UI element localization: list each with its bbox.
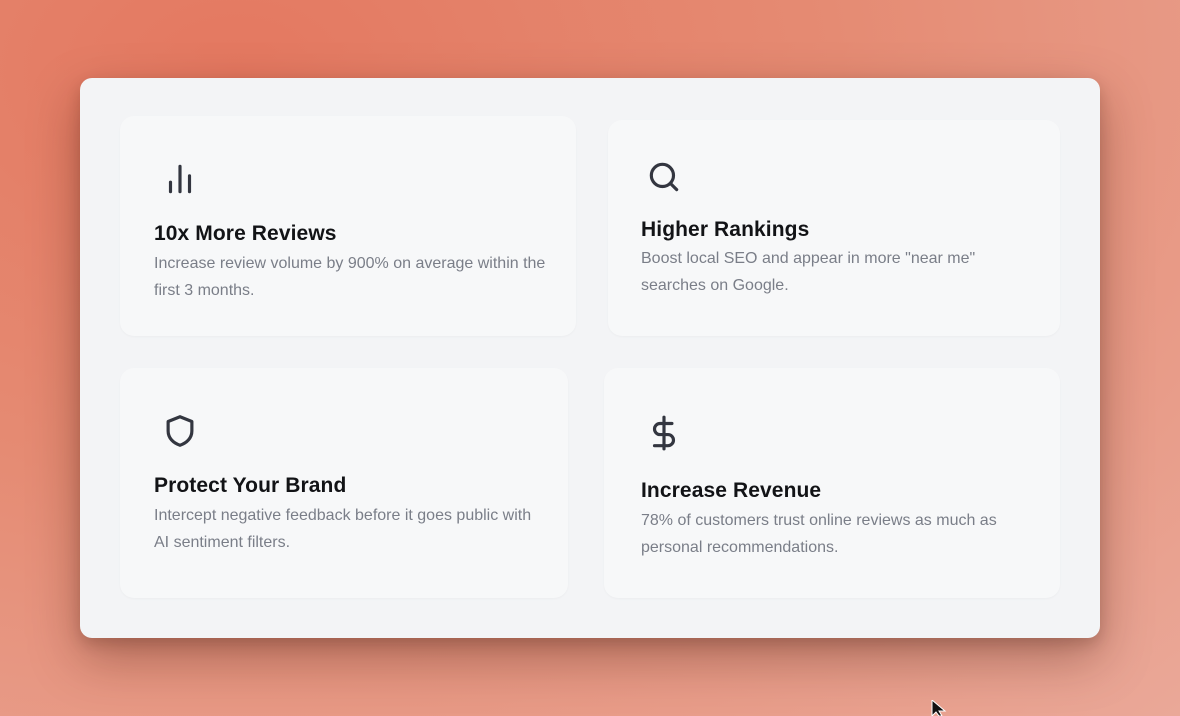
feature-title: Higher Rankings xyxy=(641,218,810,241)
feature-description: 78% of customers trust online reviews as… xyxy=(641,512,997,556)
feature-card-protect-brand: Protect Your Brand Intercept negative fe… xyxy=(120,368,568,598)
features-panel: 10x More Reviews Increase review volume … xyxy=(80,78,1100,638)
feature-card-higher-rankings: Higher Rankings Boost local SEO and appe… xyxy=(608,120,1060,336)
bar-chart-icon xyxy=(161,160,199,198)
feature-description: Increase review volume by 900% on averag… xyxy=(154,255,546,299)
feature-title: Increase Revenue xyxy=(641,479,822,502)
mouse-pointer-icon xyxy=(931,700,947,716)
feature-card-more-reviews: 10x More Reviews Increase review volume … xyxy=(120,116,576,336)
shield-icon xyxy=(161,412,199,450)
dollar-sign-icon xyxy=(645,414,683,452)
feature-description: Boost local SEO and appear in more "near… xyxy=(641,250,976,294)
feature-title: 10x More Reviews xyxy=(154,222,337,245)
search-icon xyxy=(645,158,683,196)
feature-description: Intercept negative feedback before it go… xyxy=(154,507,532,551)
feature-title: Protect Your Brand xyxy=(154,474,347,497)
feature-card-increase-revenue: Increase Revenue 78% of customers trust … xyxy=(604,368,1060,598)
